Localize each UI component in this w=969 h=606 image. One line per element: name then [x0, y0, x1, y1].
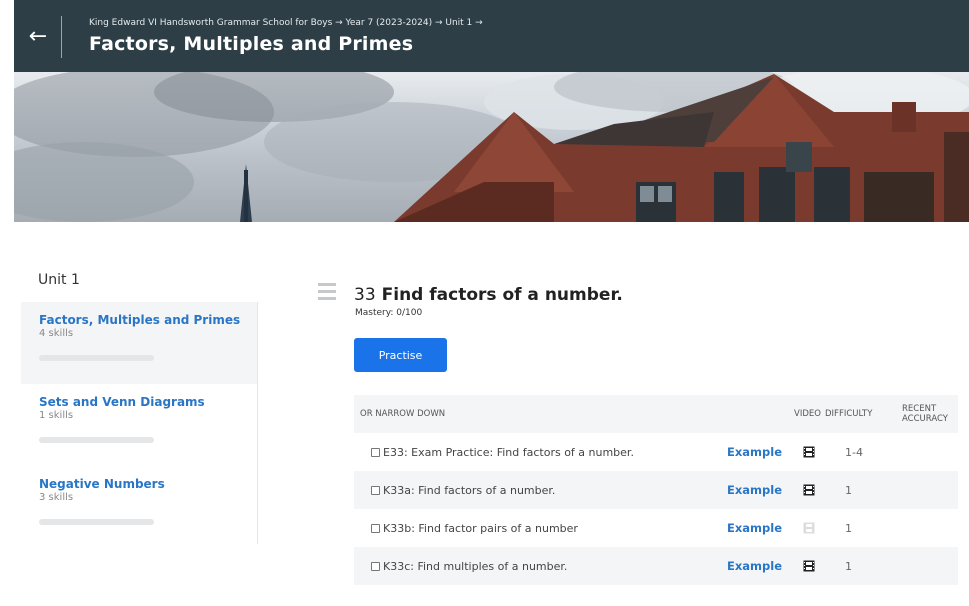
- sidebar-item-negative-numbers[interactable]: Negative Numbers 3 skills: [21, 466, 257, 548]
- arrow-left-icon: ←: [28, 23, 48, 49]
- skill-checkbox-label[interactable]: K33c: Find multiples of a number.: [371, 547, 567, 585]
- skill-label: E33: Exam Practice: Find factors of a nu…: [383, 445, 634, 459]
- column-header-difficulty: DIFFICULTY: [825, 409, 873, 419]
- skill-checkbox-label[interactable]: K33a: Find factors of a number.: [371, 471, 555, 509]
- skill-number: 33: [354, 285, 376, 305]
- sidebar-item-factors-multiples-primes[interactable]: Factors, Multiples and Primes 4 skills: [21, 302, 257, 384]
- skill-checkbox-label[interactable]: K33b: Find factor pairs of a number: [371, 509, 578, 547]
- skill-label: K33c: Find multiples of a number.: [383, 559, 568, 573]
- unit-name: Negative Numbers: [39, 477, 165, 491]
- table-row: K33b: Find factor pairs of a number Exam…: [354, 509, 958, 547]
- menu-icon[interactable]: [318, 283, 336, 301]
- sidebar-title: Unit 1: [38, 272, 80, 288]
- difficulty-value: 1: [845, 483, 852, 497]
- page-header: ← King Edward VI Handsworth Grammar Scho…: [14, 0, 969, 72]
- example-link[interactable]: Example: [727, 471, 782, 509]
- unit-progress-bar: [39, 437, 154, 443]
- skill-name: Find factors of a number.: [381, 285, 623, 305]
- unit-progress-bar: [39, 519, 154, 525]
- table-header: OR NARROW DOWN VIDEO DIFFICULTY RECENT A…: [354, 395, 958, 433]
- unit-list: Factors, Multiples and Primes 4 skills S…: [21, 302, 258, 544]
- table-row: K33c: Find multiples of a number. Exampl…: [354, 547, 958, 585]
- skill-label: K33b: Find factor pairs of a number: [383, 521, 578, 535]
- unit-skill-count: 3 skills: [39, 492, 74, 503]
- skill-label: K33a: Find factors of a number.: [383, 483, 556, 497]
- skill-checkbox-label[interactable]: E33: Exam Practice: Find factors of a nu…: [371, 433, 634, 471]
- practise-button[interactable]: Practise: [354, 338, 447, 372]
- checkbox[interactable]: [371, 447, 380, 457]
- checkbox[interactable]: [371, 485, 380, 495]
- film-icon[interactable]: [803, 547, 815, 585]
- unit-sidebar: Unit 1 Factors, Multiples and Primes 4 s…: [21, 262, 258, 544]
- skill-heading: 33 Find factors of a number.: [354, 285, 623, 305]
- unit-name: Factors, Multiples and Primes: [39, 313, 241, 327]
- unit-skill-count: 1 skills: [39, 410, 74, 421]
- example-link[interactable]: Example: [727, 547, 782, 585]
- unit-name: Sets and Venn Diagrams: [39, 395, 205, 409]
- film-icon[interactable]: [803, 471, 815, 509]
- banner-image: [14, 72, 969, 222]
- difficulty-value: 1-4: [845, 445, 863, 459]
- sidebar-item-sets-venn-diagrams[interactable]: Sets and Venn Diagrams 1 skills: [21, 384, 257, 466]
- table-row: E33: Exam Practice: Find factors of a nu…: [354, 433, 958, 471]
- breadcrumb[interactable]: King Edward VI Handsworth Grammar School…: [89, 18, 483, 28]
- checkbox[interactable]: [371, 561, 380, 571]
- skills-table: OR NARROW DOWN VIDEO DIFFICULTY RECENT A…: [354, 395, 958, 585]
- column-header-video: VIDEO: [794, 409, 821, 419]
- back-button[interactable]: ←: [14, 0, 62, 72]
- unit-skill-count: 4 skills: [39, 328, 74, 339]
- accuracy-header-line: RECENT: [902, 404, 937, 414]
- difficulty-value: 1: [845, 559, 852, 573]
- column-header-narrow: OR NARROW DOWN: [360, 409, 446, 419]
- example-link[interactable]: Example: [727, 433, 782, 471]
- accuracy-header-line: ACCURACY: [902, 414, 948, 424]
- page-title: Factors, Multiples and Primes: [89, 33, 414, 55]
- film-icon-disabled: [803, 509, 815, 547]
- checkbox[interactable]: [371, 523, 380, 533]
- mastery-score: Mastery: 0/100: [355, 308, 423, 318]
- column-header-accuracy: RECENT ACCURACY: [902, 395, 948, 433]
- difficulty-value: 1: [845, 521, 852, 535]
- unit-progress-bar: [39, 355, 154, 361]
- table-row: K33a: Find factors of a number. Example …: [354, 471, 958, 509]
- film-icon[interactable]: [803, 433, 815, 471]
- divider: [61, 16, 62, 58]
- example-link[interactable]: Example: [727, 509, 782, 547]
